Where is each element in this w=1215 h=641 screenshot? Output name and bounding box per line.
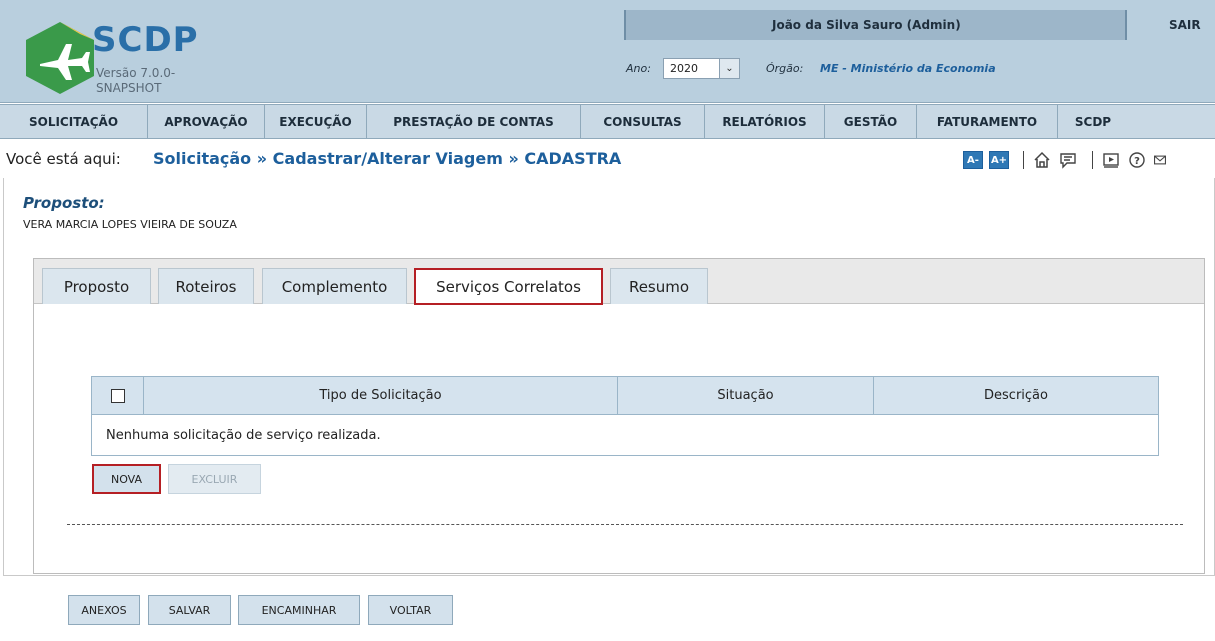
menu-relatorios[interactable]: RELATÓRIOS	[705, 105, 825, 138]
divider	[1023, 151, 1024, 169]
main-menu: SOLICITAÇÃO APROVAÇÃO EXECUÇÃO PRESTAÇÃO…	[0, 104, 1215, 139]
ano-value: 2020	[670, 62, 698, 75]
toolbar: A- A+ ?	[963, 149, 1173, 171]
excluir-button[interactable]: EXCLUIR	[168, 464, 261, 494]
breadcrumb-path[interactable]: Solicitação » Cadastrar/Alterar Viagem »…	[153, 149, 621, 168]
column-header-situacao[interactable]: Situação	[618, 377, 874, 414]
menu-faturamento[interactable]: FATURAMENTO	[917, 105, 1058, 138]
mail-icon[interactable]	[1153, 150, 1167, 170]
menu-prestacao-de-contas[interactable]: PRESTAÇÃO DE CONTAS	[367, 105, 581, 138]
svg-text:?: ?	[1134, 156, 1140, 167]
table-header: Tipo de Solicitação Situação Descrição	[92, 377, 1158, 415]
user-name: João da Silva Sauro (Admin)	[772, 18, 961, 32]
menu-scdp[interactable]: SCDP	[1058, 105, 1128, 138]
tab-resumo[interactable]: Resumo	[610, 268, 708, 304]
ano-select[interactable]: 2020 ⌄	[663, 58, 740, 79]
video-icon[interactable]	[1101, 150, 1121, 170]
column-header-tipo[interactable]: Tipo de Solicitação	[144, 377, 618, 414]
menu-execucao[interactable]: EXECUÇÃO	[265, 105, 367, 138]
divider	[1092, 151, 1093, 169]
menu-consultas[interactable]: CONSULTAS	[581, 105, 705, 138]
column-header-descricao[interactable]: Descrição	[874, 377, 1158, 414]
empty-message: Nenhuma solicitação de serviço realizada…	[106, 427, 381, 443]
app-version: Versão 7.0.0-SNAPSHOT	[96, 66, 176, 95]
proposto-label: Proposto:	[23, 194, 105, 212]
orgao-value: ME - Ministério da Economia	[820, 62, 996, 75]
divider	[67, 524, 1183, 525]
logo[interactable]: SCDP Versão 7.0.0-SNAPSHOT	[14, 8, 214, 100]
encaminhar-button[interactable]: ENCAMINHAR	[238, 595, 360, 625]
breadcrumb-prefix: Você está aqui:	[6, 150, 121, 168]
tab-complemento[interactable]: Complemento	[262, 268, 407, 304]
proposto-name: VERA MARCIA LOPES VIEIRA DE SOUZA	[23, 218, 237, 231]
airplane-logo-icon	[26, 22, 94, 94]
chat-icon[interactable]	[1058, 150, 1078, 170]
select-all-cell	[92, 377, 144, 414]
home-icon[interactable]	[1032, 150, 1052, 170]
menu-gestao[interactable]: GESTÃO	[825, 105, 917, 138]
app-header: SCDP Versão 7.0.0-SNAPSHOT João da Silva…	[0, 0, 1215, 103]
font-decrease-button[interactable]: A-	[963, 151, 983, 169]
ano-label: Ano:	[626, 62, 651, 75]
tab-proposto[interactable]: Proposto	[42, 268, 151, 304]
nova-button[interactable]: NOVA	[92, 464, 161, 494]
help-icon[interactable]: ?	[1127, 150, 1147, 170]
select-all-checkbox[interactable]	[110, 388, 125, 403]
tab-roteiros[interactable]: Roteiros	[158, 268, 254, 304]
services-table: Tipo de Solicitação Situação Descrição N…	[91, 376, 1159, 456]
chevron-down-icon[interactable]: ⌄	[719, 59, 739, 78]
voltar-button[interactable]: VOLTAR	[368, 595, 453, 625]
anexos-button[interactable]: ANEXOS	[68, 595, 140, 625]
salvar-button[interactable]: SALVAR	[148, 595, 231, 625]
menu-aprovacao[interactable]: APROVAÇÃO	[148, 105, 265, 138]
tab-servicos-correlatos[interactable]: Serviços Correlatos	[414, 268, 603, 305]
tab-strip: Proposto Roteiros Complemento Serviços C…	[34, 259, 1204, 305]
orgao-label: Órgão:	[766, 62, 804, 75]
app-name: SCDP	[92, 20, 199, 60]
breadcrumb: Você está aqui: Solicitação » Cadastrar/…	[0, 140, 1215, 176]
font-increase-button[interactable]: A+	[989, 151, 1009, 169]
logout-button[interactable]: SAIR	[1125, 10, 1215, 40]
menu-solicitacao[interactable]: SOLICITAÇÃO	[0, 105, 148, 138]
